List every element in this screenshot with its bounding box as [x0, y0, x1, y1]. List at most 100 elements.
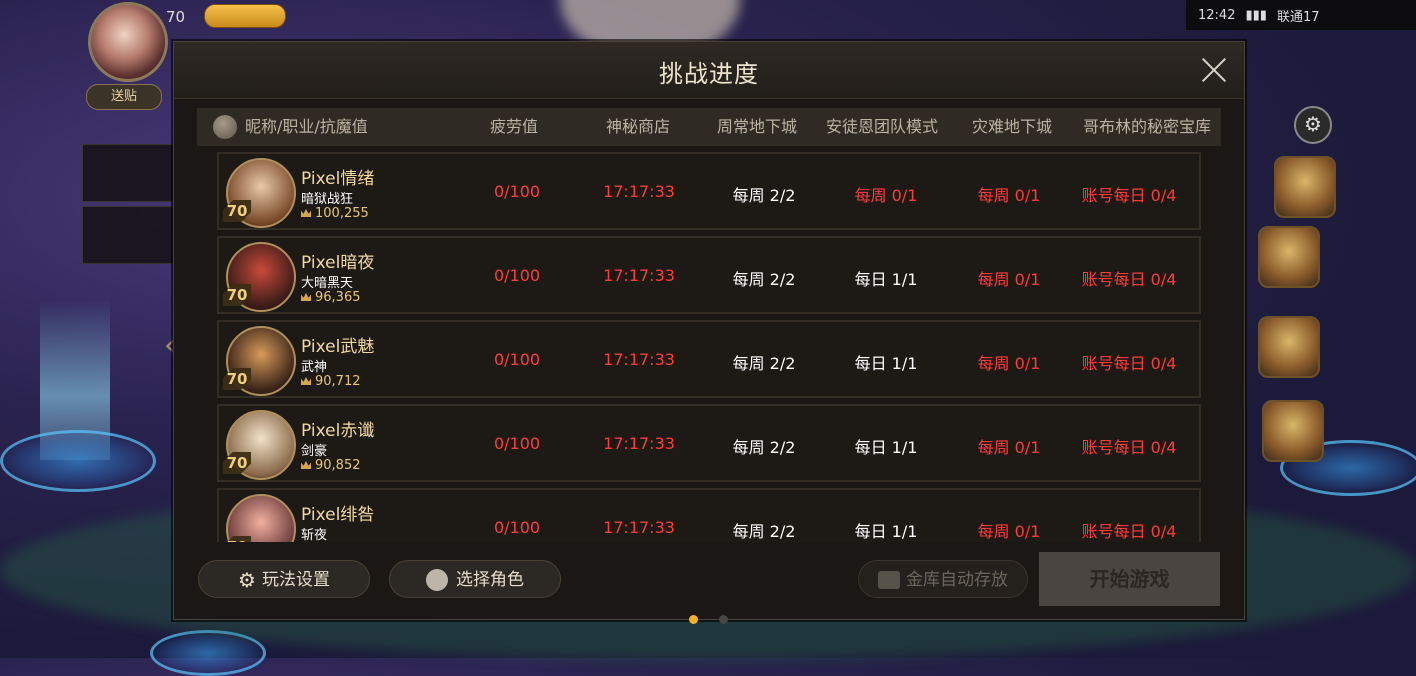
system-status-bar: 12:42 ▮▮▮ 联通17	[1186, 0, 1416, 30]
portal-bottom-left	[150, 630, 266, 676]
anti-magic-value: 100,255	[301, 206, 369, 221]
character-class: 斩夜	[301, 528, 328, 542]
crown-icon	[301, 209, 311, 217]
quest-card[interactable]	[82, 144, 174, 202]
anti-magic-number: 100,255	[315, 206, 369, 221]
fatigue-value: 0/100	[493, 266, 541, 285]
anton-raid-value: 每日 1/1	[854, 354, 918, 373]
page-dot-active[interactable]	[689, 615, 698, 624]
signal-icon: ▮▮▮	[1245, 7, 1267, 23]
character-icon	[213, 115, 237, 139]
character-row[interactable]: 70 Pixel情绪暗狱战狂 100,255 0/100 17:17:33 每周 2/2 每…	[217, 152, 1201, 230]
level-badge: 70	[223, 368, 251, 390]
anton-raid-value: 每周 0/1	[854, 186, 918, 205]
weekly-dungeon-value: 每周 2/2	[732, 186, 796, 205]
select-character-button[interactable]: 选择角色	[389, 560, 561, 598]
anton-raid-value: 每日 1/1	[854, 270, 918, 289]
character-select-icon	[426, 569, 448, 591]
quest-card[interactable]	[82, 206, 174, 264]
status-time: 12:42	[1198, 7, 1236, 23]
header-shop: 神秘商店	[605, 117, 670, 136]
gear-icon[interactable]: ⚙	[1294, 106, 1332, 144]
character-name: Pixel赤谶	[301, 421, 375, 441]
crown-icon	[301, 293, 311, 301]
shop-timer: 17:17:33	[603, 182, 675, 201]
character-class: 武神	[301, 360, 328, 375]
goblin-vault-value: 账号每日 0/4	[1081, 354, 1177, 373]
character-portrait	[226, 494, 296, 542]
fatigue-value: 0/100	[493, 350, 541, 369]
settings-label: 玩法设置	[261, 570, 330, 590]
header-disaster-dungeon: 灾难地下城	[971, 117, 1052, 136]
header-character: 昵称/职业/抗魔值	[245, 117, 368, 136]
light-beam	[40, 300, 110, 460]
level-badge: 70	[223, 536, 251, 542]
fatigue-value: 0/100	[493, 434, 541, 453]
disaster-dungeon-value: 每周 0/1	[977, 186, 1041, 205]
portal-left	[0, 430, 156, 492]
level-badge: 70	[223, 200, 251, 222]
header-fatigue: 疲劳值	[489, 117, 538, 136]
character-class: 大暗黑天	[301, 276, 354, 291]
shop-timer: 17:17:33	[603, 350, 675, 369]
shop-timer: 17:17:33	[603, 518, 675, 537]
character-class: 暗狱战狂	[301, 192, 354, 207]
level-badge: 70	[223, 284, 251, 306]
shop-timer: 17:17:33	[603, 434, 675, 453]
table-header: 昵称/职业/抗魔值 疲劳值 神秘商店 周常地下城 安徒恩团队模式 灾难地下城 哥…	[197, 108, 1221, 146]
disaster-dungeon-value: 每周 0/1	[977, 438, 1041, 457]
character-list[interactable]: 70 Pixel情绪暗狱战狂 100,255 0/100 17:17:33 每周 2/2 每…	[217, 152, 1201, 542]
player-name-pill[interactable]: 送贴	[86, 84, 162, 110]
weekly-dungeon-value: 每周 2/2	[732, 270, 796, 289]
vault-icon	[878, 571, 900, 589]
character-row[interactable]: 70 Pixel绯咎斩夜 0/100 17:17:33 每周 2/2 每日 1/1 每周 0…	[217, 488, 1201, 542]
level-badge: 70	[223, 452, 251, 474]
character-name: Pixel绯咎	[301, 505, 375, 525]
dialog-header: 挑战进度	[174, 42, 1244, 99]
goblin-vault-value: 账号每日 0/4	[1081, 438, 1177, 457]
character-row[interactable]: 70 Pixel暗夜 大暗黑天 96,365 0/100 17:17:33 每周 2/2 每日…	[217, 236, 1201, 314]
pvp-icon[interactable]	[1258, 226, 1320, 288]
weekly-dungeon-value: 每周 2/2	[732, 522, 796, 541]
treasure-chest-icon[interactable]	[1274, 156, 1336, 218]
settings-button[interactable]: ⚙ 玩法设置	[198, 560, 370, 598]
character-name: Pixel情绪	[301, 169, 375, 189]
close-icon[interactable]	[1200, 56, 1228, 84]
character-row[interactable]: 70 Pixel赤谶 剑豪 90,852 0/100 17:17:33 每周 2/2 每日 1…	[217, 404, 1201, 482]
vault-label: 金库自动存放	[906, 570, 1008, 590]
weekly-dungeon-value: 每周 2/2	[732, 438, 796, 457]
header-anton-raid: 安徒恩团队模式	[825, 117, 938, 136]
character-name: Pixel暗夜	[301, 253, 375, 273]
page-dot[interactable]	[719, 615, 728, 624]
crown-icon	[301, 461, 311, 469]
anti-magic-value: 90,712	[301, 374, 361, 389]
anton-raid-value: 每日 1/1	[854, 522, 918, 541]
anti-magic-value: 96,365	[301, 290, 361, 305]
fatigue-value: 0/100	[493, 518, 541, 537]
weekly-dungeon-value: 每周 2/2	[732, 354, 796, 373]
dialog-title: 挑战进度	[659, 60, 759, 88]
fatigue-value: 0/100	[493, 182, 541, 201]
disaster-dungeon-value: 每周 0/1	[977, 270, 1041, 289]
disaster-dungeon-value: 每周 0/1	[977, 522, 1041, 541]
vault-auto-store-button[interactable]: 金库自动存放	[858, 560, 1028, 598]
shield-icon[interactable]	[1258, 316, 1320, 378]
status-network: 联通17	[1276, 9, 1320, 25]
anti-magic-number: 90,852	[315, 458, 361, 473]
player-avatar[interactable]	[88, 2, 168, 82]
challenge-progress-dialog: 挑战进度 昵称/职业/抗魔值 疲劳值 神秘商店 周常地下城 安徒恩团队模式 灾难…	[173, 41, 1245, 624]
start-game-button[interactable]: 开始游戏	[1039, 552, 1220, 606]
anti-magic-number: 90,712	[315, 374, 361, 389]
anti-magic-number: 96,365	[315, 290, 361, 305]
gear-icon: ⚙	[238, 568, 256, 592]
select-character-label: 选择角色	[456, 570, 524, 590]
goblin-vault-value: 账号每日 0/4	[1081, 186, 1177, 205]
header-goblin-vault: 哥布林的秘密宝库	[1082, 117, 1211, 136]
anton-raid-value: 每日 1/1	[854, 438, 918, 457]
player-level: 70	[166, 8, 186, 26]
shop-icon[interactable]	[1262, 400, 1324, 462]
goblin-vault-value: 账号每日 0/4	[1081, 522, 1177, 541]
character-row[interactable]: 70 Pixel武魅 武神 90,712 0/100 17:17:33 每周 2/2 每日 1…	[217, 320, 1201, 398]
currency-pill[interactable]	[204, 4, 286, 28]
header-weekly-dungeon: 周常地下城	[716, 117, 797, 136]
